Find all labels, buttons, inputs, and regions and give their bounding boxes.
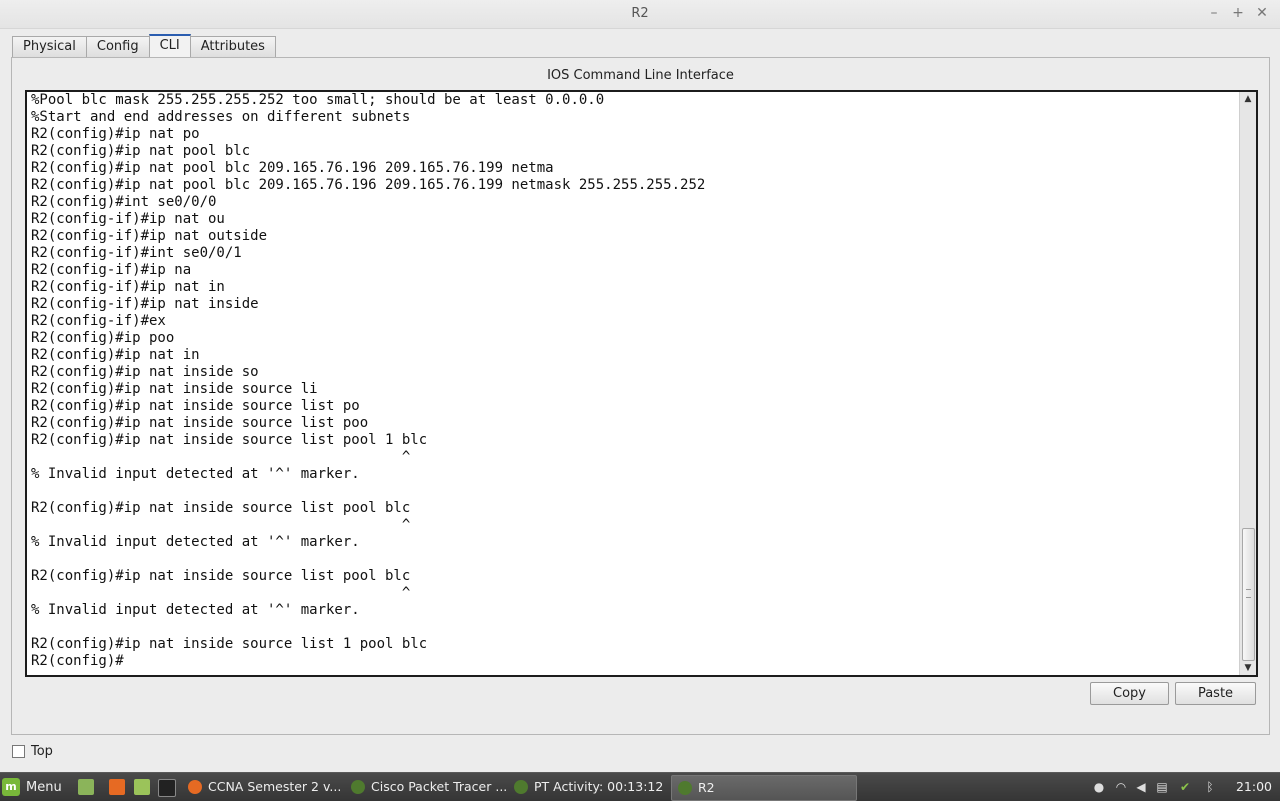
console-line: %Start and end addresses on different su… <box>31 109 411 125</box>
console-line: R2(config)#ip nat inside source list poo… <box>31 500 411 516</box>
task-ccna[interactable]: CCNA Semester 2 v... <box>182 775 364 799</box>
top-checkbox[interactable] <box>12 745 25 758</box>
mint-logo-icon: m <box>2 778 20 796</box>
console-line: R2(config-if)#ip nat ou <box>31 211 225 227</box>
bluetooth-icon[interactable]: ᛒ <box>1203 780 1217 794</box>
console-line: R2(config)#ip nat inside so <box>31 364 259 380</box>
console-line: %Pool blc mask 255.255.255.252 too small… <box>31 92 605 108</box>
terminal-launcher-icon[interactable] <box>158 779 176 797</box>
console-line: R2(config)#ip poo <box>31 330 175 346</box>
console-scrollbar[interactable]: ▲ ▼ <box>1239 92 1256 675</box>
tab-cli[interactable]: CLI <box>148 34 191 57</box>
console-line: R2(config)#ip nat inside source list po <box>31 398 360 414</box>
cli-console[interactable]: %Pool blc mask 255.255.255.252 too small… <box>25 90 1258 677</box>
console-line: R2(config-if)#ip nat outside <box>31 228 268 244</box>
tab-attributes[interactable]: Attributes <box>189 36 276 57</box>
cli-panel: IOS Command Line Interface %Pool blc mas… <box>11 57 1270 735</box>
console-line: % Invalid input detected at '^' marker. <box>31 534 360 550</box>
maximize-button[interactable]: + <box>1229 4 1247 22</box>
grip-icon <box>1246 589 1251 598</box>
console-line: R2(config-if)#ip na <box>31 262 192 278</box>
taskbar: m Menu CCNA Semester 2 v... Cisco Packet… <box>0 772 1280 801</box>
firefox-icon <box>188 780 202 794</box>
top-checkbox-label: Top <box>31 744 53 759</box>
console-line: R2(config-if)#int se0/0/1 <box>31 245 242 261</box>
task-packet-tracer[interactable]: Cisco Packet Tracer ... <box>345 775 527 799</box>
minimize-button[interactable]: – <box>1205 4 1223 22</box>
start-menu-button[interactable]: m Menu <box>2 776 62 798</box>
console-line: R2(config)#ip nat inside source list poo… <box>31 568 411 584</box>
window-title: R2 <box>631 6 649 21</box>
console-line: ^ <box>31 585 411 601</box>
tab-physical[interactable]: Physical <box>12 36 87 57</box>
console-line: R2(config-if)#ip nat in <box>31 279 225 295</box>
paste-button[interactable]: Paste <box>1175 682 1256 705</box>
scroll-down-icon[interactable]: ▼ <box>1240 661 1256 675</box>
cli-heading: IOS Command Line Interface <box>547 68 734 83</box>
close-button[interactable]: ✕ <box>1253 4 1271 22</box>
tab-config[interactable]: Config <box>85 36 150 57</box>
packet-tracer-icon <box>514 780 528 794</box>
folder-launcher-icon[interactable] <box>134 779 150 795</box>
console-line: R2(config)#ip nat inside source list poo… <box>31 432 428 448</box>
menu-label: Menu <box>26 779 62 795</box>
console-line: ^ <box>31 517 411 533</box>
device-tabs: Physical Config CLI Attributes <box>12 34 276 58</box>
packet-tracer-icon <box>351 780 365 794</box>
volume-icon[interactable]: ◀ <box>1134 780 1148 794</box>
task-r2[interactable]: R2 <box>671 775 857 801</box>
console-output[interactable]: %Pool blc mask 255.255.255.252 too small… <box>31 92 1236 670</box>
console-line: R2(config)#ip nat pool blc 209.165.76.19… <box>31 160 554 176</box>
clipboard-icon[interactable]: ▤ <box>1155 780 1169 794</box>
console-line: R2(config)#ip nat pool blc 209.165.76.19… <box>31 177 706 193</box>
window-titlebar: R2 – + ✕ <box>0 0 1280 29</box>
task-pt-activity[interactable]: PT Activity: 00:13:12 <box>508 775 690 799</box>
console-line: % Invalid input detected at '^' marker. <box>31 466 360 482</box>
console-line: ^ <box>31 449 411 465</box>
scroll-up-icon[interactable]: ▲ <box>1240 92 1256 106</box>
user-icon[interactable]: ● <box>1092 780 1106 794</box>
scrollbar-thumb[interactable] <box>1242 528 1255 661</box>
console-line: R2(config)#ip nat inside source list poo <box>31 415 369 431</box>
firefox-launcher-icon[interactable] <box>109 779 125 795</box>
show-desktop-icon[interactable] <box>78 779 94 795</box>
console-line: R2(config)#int se0/0/0 <box>31 194 217 210</box>
console-line: R2(config-if)#ex <box>31 313 166 329</box>
clock[interactable]: 21:00 <box>1236 779 1272 794</box>
console-line: R2(config)#ip nat in <box>31 347 200 363</box>
console-line: % Invalid input detected at '^' marker. <box>31 602 360 618</box>
packet-tracer-icon <box>678 781 692 795</box>
console-line: R2(config)# <box>31 653 124 669</box>
console-line: R2(config-if)#ip nat inside <box>31 296 259 312</box>
shield-icon[interactable]: ✔ <box>1178 780 1192 794</box>
console-line: R2(config)#ip nat po <box>31 126 200 142</box>
console-line: R2(config)#ip nat inside source list 1 p… <box>31 636 428 652</box>
console-line: R2(config)#ip nat pool blc <box>31 143 251 159</box>
console-line: R2(config)#ip nat inside source li <box>31 381 318 397</box>
top-option[interactable]: Top <box>12 744 53 759</box>
copy-button[interactable]: Copy <box>1090 682 1169 705</box>
wifi-icon[interactable]: ◠ <box>1114 780 1128 794</box>
